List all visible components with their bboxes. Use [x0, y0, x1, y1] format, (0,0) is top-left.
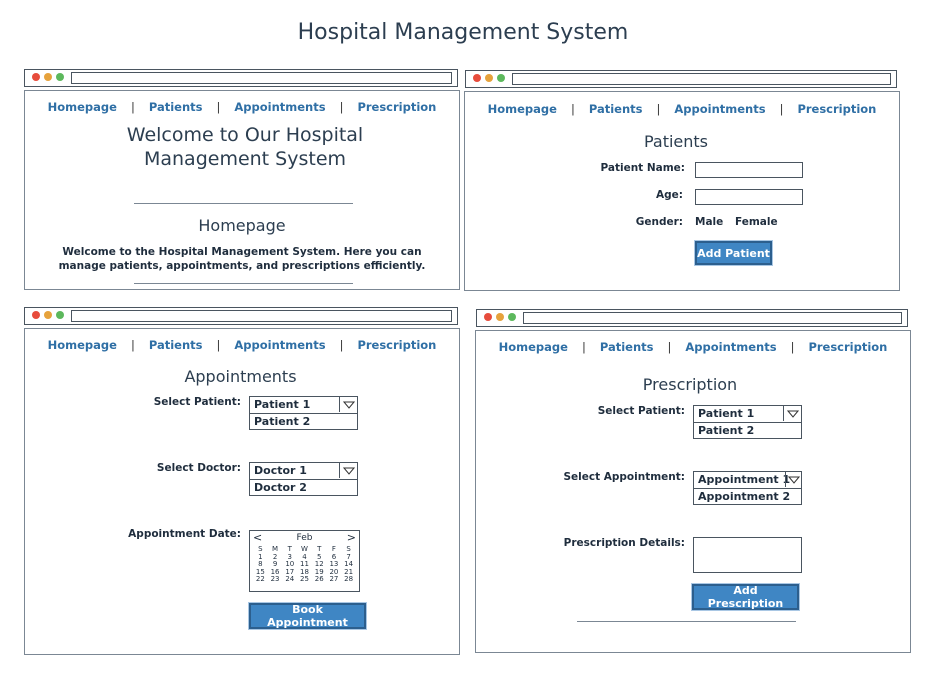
divider — [134, 283, 353, 284]
browser-chrome-patients — [465, 70, 897, 88]
appointment-select[interactable]: Appointment 1 Appointment 2 — [693, 471, 802, 505]
close-dot-icon — [484, 313, 492, 321]
maximize-dot-icon — [497, 74, 505, 82]
minimize-dot-icon — [496, 313, 504, 321]
homepage-window: Homepage | Patients | Appointments | Prescr… — [24, 90, 460, 290]
diagram-title: Hospital Management System — [297, 20, 629, 45]
nav-bar: Homepage | Patients | Appointments | Prescr… — [487, 102, 877, 116]
prescription-details-textarea[interactable] — [693, 537, 802, 573]
browser-chrome-appointments — [24, 307, 458, 325]
select-patient-label: Select Patient: — [597, 405, 685, 417]
dropdown-arrow-icon[interactable] — [785, 472, 801, 487]
maximize-dot-icon — [56, 311, 64, 319]
dropdown-arrow-icon[interactable] — [339, 463, 357, 478]
minimize-dot-icon — [44, 311, 52, 319]
gender-label: Gender: — [635, 216, 683, 228]
close-dot-icon — [32, 73, 40, 81]
homepage-description: Welcome to the Hospital Management Syste… — [58, 246, 426, 272]
calendar-day[interactable]: 27 — [327, 575, 342, 584]
prescription-heading: Prescription — [642, 375, 738, 394]
calendar-grid: S M T W T F S 1 2 3 4 5 6 7 8 9 10 11 12 13 14 15 16 17 18 19 20 21… — [250, 545, 359, 584]
address-bar[interactable] — [71, 72, 452, 84]
browser-chrome-prescription — [476, 309, 908, 327]
nav-prescription-link[interactable]: Prescription — [808, 340, 887, 354]
gender-option-female[interactable]: Female — [735, 216, 778, 228]
age-label: Age: — [656, 189, 683, 201]
dropdown-arrow-icon[interactable] — [339, 397, 357, 412]
close-dot-icon — [32, 311, 40, 319]
nav-patients-link[interactable]: Patients — [589, 102, 643, 116]
select-option[interactable]: Patient 1 — [250, 397, 357, 413]
nav-bar: Homepage | Patients | Appointments | Prescr… — [47, 338, 437, 352]
calendar-day[interactable]: 23 — [268, 575, 283, 584]
select-option[interactable]: Patient 1 — [694, 406, 801, 422]
nav-homepage-link[interactable]: Homepage — [488, 102, 557, 116]
nav-appointments-link[interactable]: Appointments — [234, 338, 325, 352]
nav-prescription-link[interactable]: Prescription — [357, 100, 436, 114]
calendar-month: Feb — [296, 533, 313, 543]
minimize-dot-icon — [44, 73, 52, 81]
appointments-window: Homepage | Patients | Appointments | Prescr… — [24, 328, 460, 655]
patient-name-label: Patient Name: — [600, 162, 685, 174]
nav-prescription-link[interactable]: Prescription — [797, 102, 876, 116]
doctor-select[interactable]: Doctor 1 Doctor 2 — [249, 462, 358, 496]
patient-select[interactable]: Patient 1 Patient 2 — [693, 405, 802, 439]
appointments-heading: Appointments — [184, 367, 297, 386]
nav-patients-link[interactable]: Patients — [600, 340, 654, 354]
close-dot-icon — [473, 74, 481, 82]
calendar-day[interactable]: 24 — [282, 575, 297, 584]
address-bar[interactable] — [71, 310, 452, 322]
select-option[interactable]: Patient 2 — [694, 422, 801, 438]
address-bar[interactable] — [512, 73, 891, 85]
nav-patients-link[interactable]: Patients — [149, 100, 203, 114]
select-doctor-label: Select Doctor: — [156, 462, 241, 474]
dropdown-arrow-icon[interactable] — [783, 406, 801, 421]
patients-heading: Patients — [643, 132, 709, 151]
nav-homepage-link[interactable]: Homepage — [48, 100, 117, 114]
browser-chrome-home — [24, 69, 458, 87]
calendar-day[interactable]: 22 — [253, 575, 268, 584]
prescription-window: Homepage | Patients | Appointments | Prescr… — [475, 330, 911, 653]
minimize-dot-icon — [485, 74, 493, 82]
nav-patients-link[interactable]: Patients — [149, 338, 203, 352]
prescription-details-label: Prescription Details: — [563, 537, 685, 549]
select-patient-label: Select Patient: — [153, 396, 241, 408]
maximize-dot-icon — [56, 73, 64, 81]
patients-window: Homepage | Patients | Appointments | Prescr… — [464, 91, 900, 291]
age-input[interactable] — [695, 189, 803, 205]
address-bar[interactable] — [523, 312, 902, 324]
nav-bar: Homepage | Patients | Appointments | Prescr… — [47, 100, 437, 114]
book-appointment-button[interactable]: Book Appointment — [249, 603, 366, 629]
nav-appointments-link[interactable]: Appointments — [674, 102, 765, 116]
select-appointment-label: Select Appointment: — [563, 471, 685, 483]
select-option[interactable]: Patient 2 — [250, 413, 357, 429]
gender-option-male[interactable]: Male — [695, 216, 723, 228]
nav-prescription-link[interactable]: Prescription — [357, 338, 436, 352]
nav-homepage-link[interactable]: Homepage — [48, 338, 117, 352]
appointment-date-label: Appointment Date: — [128, 528, 241, 540]
select-option[interactable]: Doctor 2 — [250, 479, 357, 495]
select-option[interactable]: Appointment 2 — [694, 488, 801, 504]
calendar-day[interactable]: 25 — [297, 575, 312, 584]
welcome-heading: Welcome to Our Hospital Management Syste… — [126, 124, 364, 170]
add-prescription-button[interactable]: Add Prescription — [692, 584, 799, 610]
maximize-dot-icon — [508, 313, 516, 321]
patient-name-input[interactable] — [695, 162, 803, 178]
calendar-day[interactable]: 26 — [312, 575, 327, 584]
divider — [134, 203, 353, 204]
add-patient-button[interactable]: Add Patient — [695, 241, 772, 265]
nav-homepage-link[interactable]: Homepage — [499, 340, 568, 354]
homepage-heading: Homepage — [198, 216, 286, 235]
nav-appointments-link[interactable]: Appointments — [685, 340, 776, 354]
calendar-day[interactable]: 28 — [341, 575, 356, 584]
patient-select[interactable]: Patient 1 Patient 2 — [249, 396, 358, 430]
select-option[interactable]: Doctor 1 — [250, 463, 357, 479]
nav-appointments-link[interactable]: Appointments — [234, 100, 325, 114]
select-option[interactable]: Appointment 1 — [694, 472, 801, 488]
next-month-icon[interactable]: > — [347, 531, 356, 545]
prev-month-icon[interactable]: < — [253, 531, 262, 545]
divider — [577, 621, 796, 622]
date-picker[interactable]: < Feb > S M T W T F S 1 2 3 4 5 6 7 8 9 10 11 12 13 14 15 16 17… — [249, 530, 360, 592]
nav-bar: Homepage | Patients | Appointments | Prescr… — [498, 340, 888, 354]
